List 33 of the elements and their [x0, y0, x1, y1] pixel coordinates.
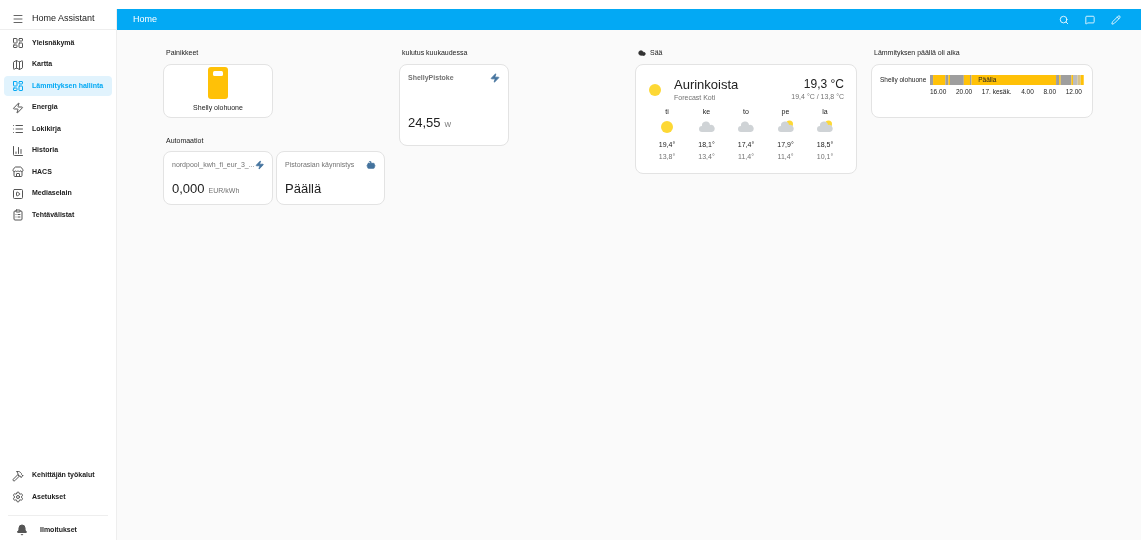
- map-icon: [12, 58, 24, 71]
- sun-behind-cloud-icon: [777, 120, 794, 134]
- dashboard-icon: [12, 80, 24, 92]
- hammer-icon: [12, 469, 24, 482]
- bell-icon: [16, 524, 28, 536]
- cloud-icon: [698, 120, 715, 133]
- sun-icon: [648, 82, 662, 97]
- menu-icon[interactable]: [12, 13, 24, 25]
- lightning-icon: [490, 72, 500, 83]
- list-icon: [12, 123, 24, 135]
- sun-icon: [660, 119, 674, 134]
- dashboard-icon: [12, 37, 24, 49]
- search-icon[interactable]: [1059, 14, 1069, 25]
- edit-icon[interactable]: [1111, 14, 1121, 25]
- cloud-icon: [638, 49, 646, 58]
- clipboard-icon: [12, 209, 24, 221]
- app-title: Home Assistant: [32, 12, 95, 26]
- settings-icon: [12, 491, 24, 503]
- media-icon: [12, 187, 24, 200]
- temperature: 19,3 °C: [803, 77, 844, 93]
- lightning-icon: [254, 160, 264, 171]
- weather-condition: Aurinkoista: [674, 76, 740, 93]
- sun-behind-cloud-icon: [817, 120, 833, 134]
- page-title: Home: [133, 12, 158, 26]
- socket-icon: [208, 67, 228, 100]
- entity-value: 0,000: [172, 179, 205, 198]
- bar-chart-icon: [12, 144, 24, 157]
- entity-value: Päällä: [285, 179, 322, 198]
- lightning-icon: [12, 101, 24, 114]
- chat-icon[interactable]: [1085, 14, 1095, 25]
- cloud-icon: [738, 120, 754, 133]
- sensor-value: 24,55: [408, 114, 441, 132]
- store-icon: [12, 166, 24, 178]
